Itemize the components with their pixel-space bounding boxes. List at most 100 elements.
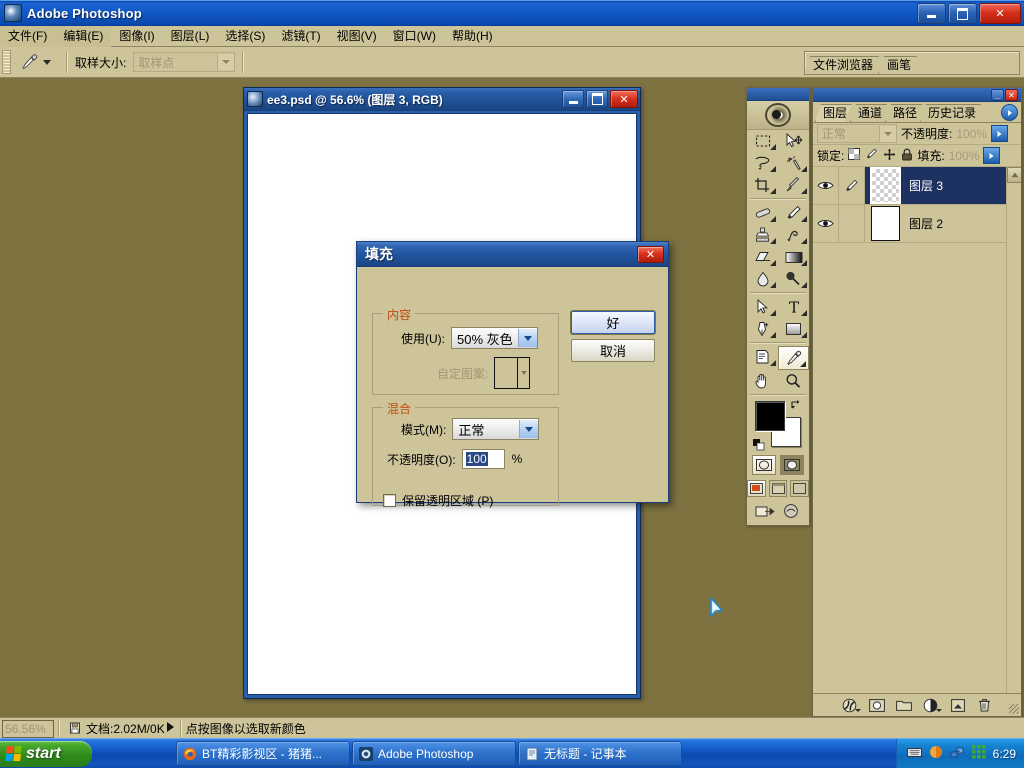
palette-resize-grip[interactable]: [1009, 704, 1019, 714]
document-minimize-button[interactable]: [562, 90, 584, 108]
preserve-transparency-checkbox[interactable]: [383, 494, 396, 507]
scroll-up-icon[interactable]: [1007, 167, 1021, 183]
zoom-tool[interactable]: [778, 370, 809, 392]
standard-mode-icon[interactable]: [752, 455, 776, 475]
grid-icon[interactable]: [971, 745, 986, 762]
layers-palette-minimize-button[interactable]: _: [991, 89, 1004, 101]
layer-thumbnail[interactable]: [871, 206, 900, 241]
move-tool[interactable]: [778, 130, 809, 152]
app-close-button[interactable]: ✕: [979, 3, 1021, 24]
toolbox-titlebar[interactable]: [747, 88, 809, 101]
menu-edit[interactable]: 编辑(E): [55, 25, 112, 47]
lasso-tool[interactable]: [747, 152, 778, 174]
menu-image[interactable]: 图像(I): [111, 26, 162, 47]
crop-tool[interactable]: [747, 174, 778, 196]
lock-all-icon[interactable]: [901, 148, 913, 164]
default-colors-icon[interactable]: [753, 439, 765, 451]
layer-mask-icon[interactable]: [868, 697, 885, 713]
brush-tool[interactable]: [778, 202, 809, 224]
layer-row-3[interactable]: 图层 3: [813, 167, 1021, 205]
tab-channels[interactable]: 通道: [850, 104, 887, 122]
pen-tool[interactable]: [747, 318, 778, 340]
layer-visibility-toggle[interactable]: [813, 167, 839, 204]
menu-window[interactable]: 窗口(W): [385, 26, 444, 47]
layer-style-icon[interactable]: [842, 697, 861, 713]
full-screen-mode-icon[interactable]: [790, 480, 810, 497]
eyedropper-tool[interactable]: [778, 346, 809, 370]
cancel-button[interactable]: 取消: [571, 339, 655, 362]
fill-value[interactable]: 100%: [949, 149, 980, 163]
notes-tool[interactable]: [747, 346, 778, 368]
sample-size-combo[interactable]: 取样点: [133, 52, 236, 72]
fill-slider-arrow-icon[interactable]: [983, 147, 1001, 164]
taskbar-item-browser[interactable]: BT精彩影视区 - 猪猪...: [176, 741, 350, 766]
keyboard-layout-icon[interactable]: [906, 746, 922, 761]
gradient-tool[interactable]: [778, 246, 809, 268]
standard-screen-mode-icon[interactable]: [747, 480, 766, 497]
shield-icon[interactable]: [929, 745, 943, 762]
mode-dropdown[interactable]: 正常: [452, 418, 540, 440]
tab-layers[interactable]: 图层: [815, 104, 852, 122]
fill-dialog-close-button[interactable]: ✕: [637, 246, 664, 263]
layer-name[interactable]: 图层 3: [909, 177, 943, 194]
options-bar-grip[interactable]: [2, 50, 11, 74]
layer-thumbnail[interactable]: [870, 167, 901, 204]
preserve-transparency-row[interactable]: 保留透明区域 (P): [383, 492, 493, 509]
zoom-level-field[interactable]: 56.56%: [2, 719, 54, 738]
clone-stamp-tool[interactable]: [747, 224, 778, 246]
path-selection-tool[interactable]: [747, 296, 778, 318]
full-screen-menubar-mode-icon[interactable]: [768, 480, 788, 497]
opacity-input[interactable]: 100: [461, 449, 505, 469]
lock-transparency-icon[interactable]: [848, 148, 861, 163]
layers-scrollbar[interactable]: [1006, 167, 1021, 693]
document-size-icon[interactable]: [68, 722, 82, 736]
menu-view[interactable]: 视图(V): [329, 26, 385, 47]
delete-layer-icon[interactable]: [977, 697, 993, 713]
status-play-icon[interactable]: [165, 721, 176, 736]
menu-file[interactable]: 文件(F): [0, 25, 56, 47]
start-button[interactable]: start: [0, 740, 92, 767]
fill-dialog-titlebar[interactable]: 填充 ✕: [357, 242, 668, 267]
jump-to-imageready-icon[interactable]: [755, 503, 777, 522]
lock-position-icon[interactable]: [883, 148, 896, 164]
taskbar-item-photoshop[interactable]: Adobe Photoshop: [352, 741, 516, 766]
layer-link-cell[interactable]: [839, 205, 865, 242]
document-maximize-button[interactable]: [586, 90, 608, 108]
healing-brush-tool[interactable]: [747, 202, 778, 224]
layer-brush-indicator[interactable]: [839, 167, 865, 204]
menu-filter[interactable]: 滤镜(T): [273, 26, 328, 47]
layer-name[interactable]: 图层 2: [909, 215, 943, 232]
eraser-tool[interactable]: [747, 246, 778, 268]
tab-history[interactable]: 历史记录: [920, 104, 981, 122]
use-dropdown[interactable]: 50% 灰色: [451, 327, 538, 349]
quick-mask-mode-icon[interactable]: [780, 455, 804, 475]
tab-paths[interactable]: 路径: [885, 104, 922, 122]
opacity-value[interactable]: 100%: [956, 127, 987, 141]
foreground-color-swatch[interactable]: [755, 401, 785, 431]
blend-mode-combo[interactable]: 正常: [817, 124, 897, 143]
menu-help[interactable]: 帮助(H): [444, 26, 501, 47]
layers-palette-titlebar[interactable]: _ ✕: [813, 88, 1021, 102]
new-group-icon[interactable]: [895, 697, 912, 713]
history-brush-tool[interactable]: [778, 224, 809, 246]
layer-visibility-toggle[interactable]: [813, 205, 839, 242]
adjustment-layer-icon[interactable]: [923, 697, 942, 713]
new-layer-icon[interactable]: [950, 697, 966, 713]
network-icon[interactable]: [950, 746, 965, 762]
app-minimize-button[interactable]: [917, 3, 946, 24]
palette-menu-icon[interactable]: [1001, 104, 1018, 121]
custom-pattern-picker[interactable]: [494, 357, 531, 389]
dodge-tool[interactable]: [778, 268, 809, 290]
menu-select[interactable]: 选择(S): [217, 26, 273, 47]
type-tool[interactable]: T: [778, 296, 809, 318]
taskbar-clock[interactable]: 6:29: [993, 747, 1016, 761]
menu-layer[interactable]: 图层(L): [163, 26, 218, 47]
well-tab-file-browser[interactable]: 文件浏览器: [804, 56, 879, 74]
ok-button[interactable]: 好: [571, 311, 655, 334]
blur-tool[interactable]: [747, 268, 778, 290]
document-close-button[interactable]: ✕: [610, 90, 638, 108]
swap-colors-icon[interactable]: [790, 399, 802, 411]
imageready-icon[interactable]: [783, 503, 801, 522]
taskbar-item-notepad[interactable]: 无标题 - 记事本: [518, 741, 682, 766]
layers-palette-close-button[interactable]: ✕: [1005, 89, 1018, 101]
